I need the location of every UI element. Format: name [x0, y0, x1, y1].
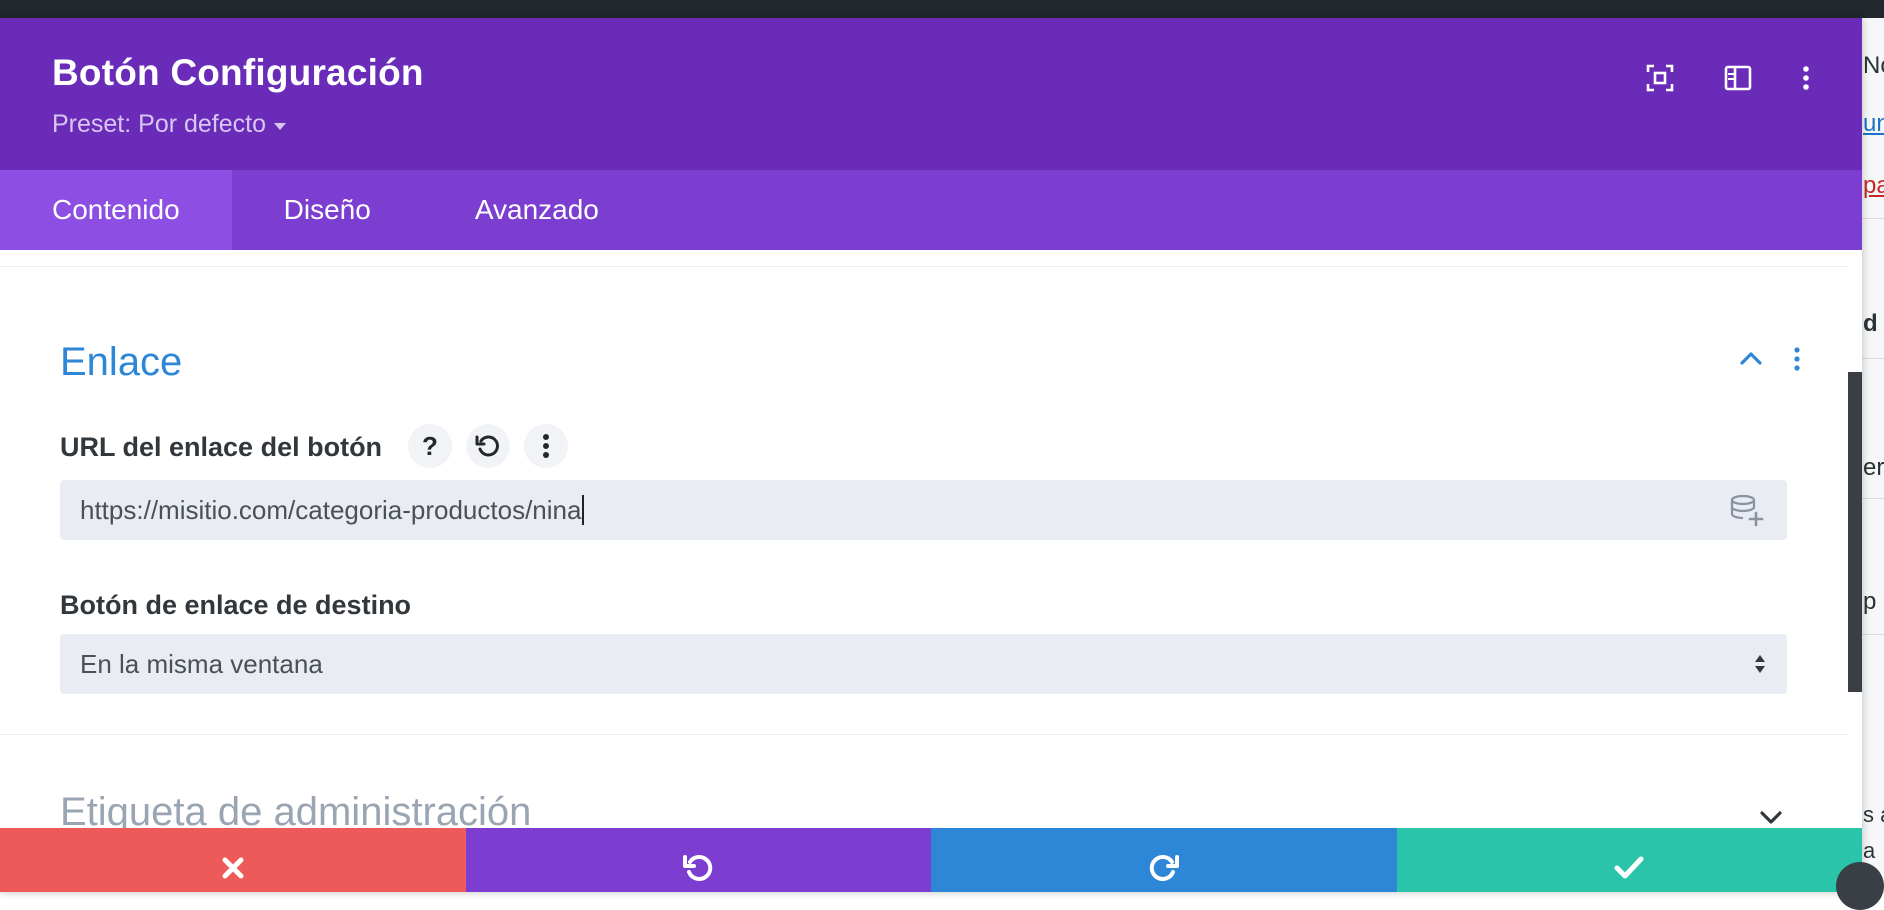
modal-title: Botón Configuración — [52, 52, 424, 93]
preset-label: Preset: Por defecto — [52, 110, 267, 138]
cancel-button[interactable] — [0, 828, 466, 892]
help-glyph: ? — [422, 430, 438, 461]
browser-top-bar — [0, 0, 1884, 18]
bg-text-fragment: s a — [1863, 802, 1884, 827]
resize-handle-icon[interactable] — [1836, 862, 1884, 910]
check-icon — [1614, 856, 1644, 879]
bg-text-fragment: No — [1863, 52, 1884, 79]
modal-footer — [0, 828, 1862, 892]
chevron-down-icon[interactable] — [1756, 802, 1786, 828]
cancel-icon — [222, 857, 244, 879]
bg-text-fragment: er — [1863, 454, 1884, 481]
chevron-up-icon[interactable] — [1736, 344, 1766, 374]
text-cursor — [582, 495, 585, 525]
more-vertical-icon[interactable] — [1788, 60, 1824, 96]
redo-icon — [1149, 854, 1179, 881]
url-input[interactable]: https://misitio.com/categoria-productos/… — [60, 480, 1787, 540]
section-title[interactable]: Etiqueta de administración — [60, 790, 531, 828]
bg-text-fragment: a — [1863, 838, 1876, 863]
background-page: No un pa d er p s a a — [1860, 18, 1884, 892]
tab-avanzado[interactable]: Avanzado — [423, 170, 651, 250]
target-field-label: Botón de enlace de destino — [60, 590, 412, 620]
select-arrows-icon — [1755, 655, 1765, 673]
save-button[interactable] — [1396, 828, 1862, 892]
modal-header: Botón Configuración Preset: Por defecto — [0, 18, 1862, 170]
focus-mode-icon[interactable] — [1642, 60, 1678, 96]
url-field-label: URL del enlace del botón — [60, 432, 383, 462]
tab-diseno[interactable]: Diseño — [232, 170, 423, 250]
settings-content: Enlace URL del enlace del botón ? https:… — [0, 250, 1862, 828]
preset-selector[interactable]: Preset: Por defecto — [52, 110, 287, 139]
target-select-value: En la misma ventana — [80, 648, 323, 679]
tab-bar: Contenido Diseño Avanzado — [0, 170, 1862, 250]
settings-modal: Botón Configuración Preset: Por defecto — [0, 18, 1862, 892]
url-input-value: https://misitio.com/categoria-productos/… — [80, 494, 582, 525]
divider — [0, 266, 1848, 267]
dynamic-content-icon[interactable] — [1729, 494, 1765, 528]
divider — [0, 734, 1848, 735]
bg-link-fragment[interactable]: pa — [1863, 172, 1884, 200]
redo-button[interactable] — [931, 828, 1397, 892]
undo-button[interactable] — [465, 828, 931, 892]
reset-icon[interactable] — [466, 424, 510, 468]
layout-columns-icon[interactable] — [1720, 60, 1756, 96]
bg-text-fragment: d — [1863, 310, 1878, 337]
section-more-icon[interactable] — [1782, 344, 1812, 374]
bg-text-fragment: p — [1863, 588, 1877, 615]
help-icon[interactable]: ? — [408, 424, 452, 468]
caret-down-icon — [274, 123, 287, 130]
target-select[interactable]: En la misma ventana — [60, 634, 1787, 694]
bg-link-fragment[interactable]: un — [1863, 110, 1884, 138]
undo-icon — [683, 854, 713, 881]
tab-contenido[interactable]: Contenido — [0, 170, 232, 250]
section-title[interactable]: Enlace — [60, 340, 182, 385]
scrollbar[interactable] — [1848, 372, 1862, 692]
field-more-icon[interactable] — [524, 424, 568, 468]
